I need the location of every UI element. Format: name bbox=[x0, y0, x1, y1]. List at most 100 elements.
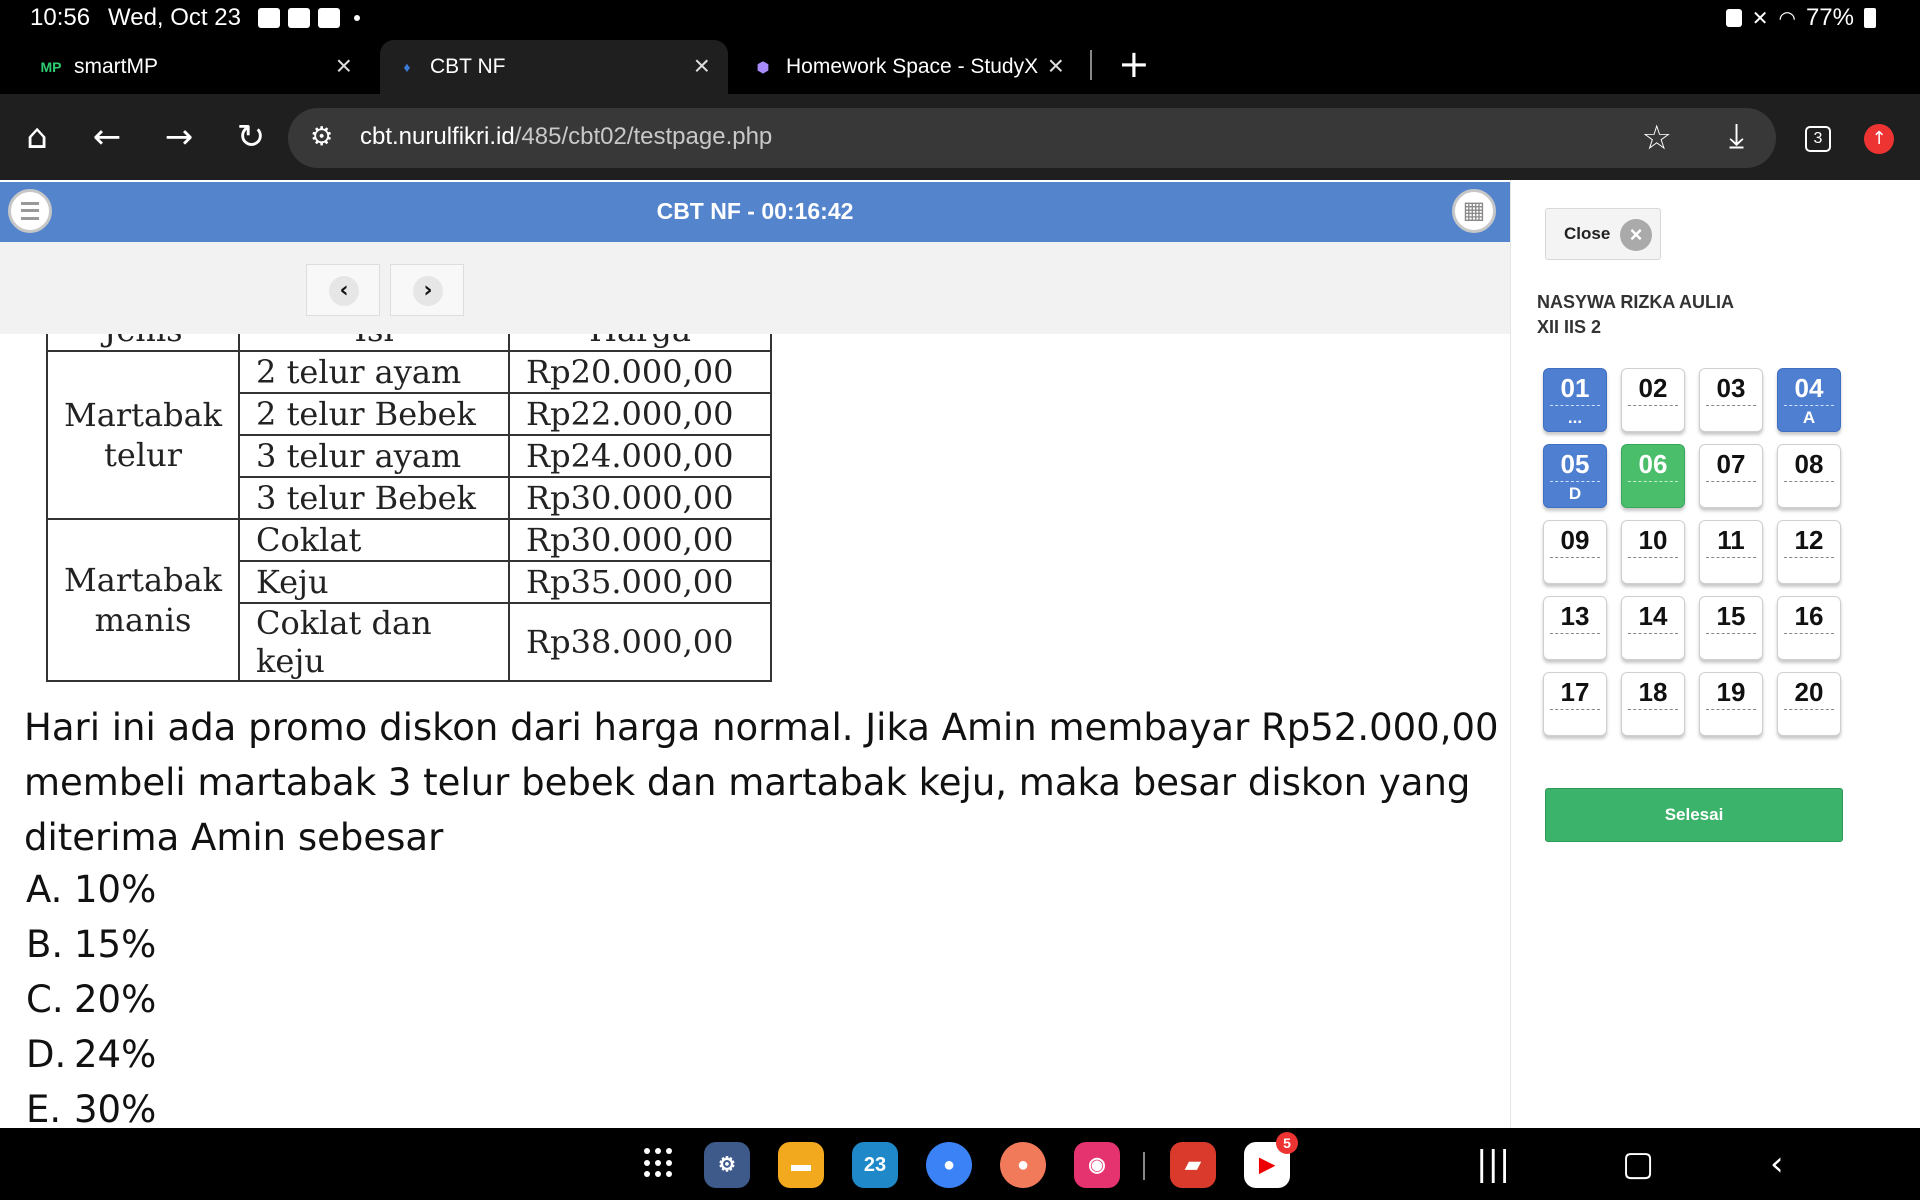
option-a[interactable]: A. 10% bbox=[26, 862, 156, 917]
back-arrow-icon[interactable]: ← bbox=[84, 114, 130, 160]
tab-studyx[interactable]: ⬢ Homework Space - StudyX × bbox=[752, 40, 1082, 94]
question-number-button[interactable]: 18 bbox=[1621, 672, 1685, 736]
question-number: 09 bbox=[1560, 525, 1590, 555]
table-header-cell: Isi bbox=[238, 334, 511, 352]
question-number-button[interactable]: 09 bbox=[1543, 520, 1607, 584]
files-app-icon[interactable]: ▬ bbox=[778, 1142, 824, 1188]
chevron-right-icon: › bbox=[413, 276, 443, 306]
question-number: 12 bbox=[1794, 525, 1824, 555]
question-number-button[interactable]: 06 bbox=[1621, 444, 1685, 508]
question-answer bbox=[1706, 481, 1756, 482]
exam-main-pane: CBT NF - 00:16:42 ▦ ‹ › Jenis Isi Harga bbox=[0, 180, 1510, 1128]
table-cell: 2 telur Bebek bbox=[238, 392, 511, 436]
table-row: Martabak telur 2 telur ayam Rp20.000,00 bbox=[45, 350, 773, 520]
question-number: 08 bbox=[1794, 449, 1824, 479]
question-number: 01 bbox=[1560, 373, 1590, 403]
address-bar[interactable]: ⚙ cbt.nurulfikri.id/485/cbt02/testpage.p… bbox=[288, 108, 1776, 168]
question-number-button[interactable]: 12 bbox=[1777, 520, 1841, 584]
home-nav-icon[interactable]: ▢ bbox=[1622, 1144, 1654, 1184]
tab-close-icon[interactable]: × bbox=[1048, 52, 1064, 80]
home-icon[interactable]: ⌂ bbox=[14, 114, 60, 160]
tab-smartmp[interactable]: MP smartMP × bbox=[40, 40, 370, 94]
app-drawer-icon[interactable] bbox=[644, 1148, 674, 1178]
question-text: Hari ini ada promo diskon dari harga nor… bbox=[24, 706, 1499, 859]
question-number-button[interactable]: 15 bbox=[1699, 596, 1763, 660]
question-answer bbox=[1706, 633, 1756, 634]
question-number-button[interactable]: 17 bbox=[1543, 672, 1607, 736]
close-circle-icon: × bbox=[1620, 219, 1652, 251]
tab-title: smartMP bbox=[74, 55, 158, 78]
tab-close-icon[interactable]: × bbox=[336, 52, 352, 80]
question-number-button[interactable]: 01... bbox=[1543, 368, 1607, 432]
taskbar-separator bbox=[1143, 1152, 1145, 1180]
recent-apps-icon[interactable]: ||| bbox=[1476, 1144, 1510, 1184]
option-c[interactable]: C. 20% bbox=[26, 972, 156, 1027]
question-number-button[interactable]: 11 bbox=[1699, 520, 1763, 584]
question-number-button[interactable]: 07 bbox=[1699, 444, 1763, 508]
question-number-button[interactable]: 16 bbox=[1777, 596, 1841, 660]
next-question-button[interactable]: › bbox=[390, 264, 464, 316]
messages-app-icon[interactable]: ● bbox=[926, 1142, 972, 1188]
question-number-button[interactable]: 03 bbox=[1699, 368, 1763, 432]
question-content: Jenis Isi Harga Martabak telur 2 telur a… bbox=[0, 334, 1510, 1128]
previous-question-button[interactable]: ‹ bbox=[306, 264, 380, 316]
question-number: 07 bbox=[1716, 449, 1746, 479]
table-cell: Coklat dan keju bbox=[238, 602, 511, 682]
finish-button[interactable]: Selesai bbox=[1545, 788, 1843, 842]
calendar-day: 23 bbox=[863, 1154, 887, 1176]
reload-icon[interactable]: ↻ bbox=[228, 114, 274, 160]
question-number-button[interactable]: 10 bbox=[1621, 520, 1685, 584]
question-number-button[interactable]: 08 bbox=[1777, 444, 1841, 508]
tab-switcher-button[interactable]: 3 bbox=[1805, 126, 1831, 152]
contacts-app-icon[interactable]: ● bbox=[1000, 1142, 1046, 1188]
question-number-grid: 01... 02 03 04 A 05 D 06 07 08 09 10 11 12 13 14 15 16 17 1… bbox=[1543, 368, 1863, 736]
new-tab-plus-icon[interactable]: + bbox=[1118, 42, 1150, 86]
option-text: 20% bbox=[74, 978, 157, 1021]
table-cell: Rp24.000,00 bbox=[508, 434, 773, 478]
profile-update-icon[interactable]: ↑ bbox=[1864, 124, 1894, 154]
chevron-left-icon: ‹ bbox=[329, 276, 359, 306]
url-text[interactable]: cbt.nurulfikri.id/485/cbt02/testpage.php bbox=[360, 123, 772, 151]
question-answer bbox=[1784, 709, 1834, 710]
question-number-button[interactable]: 13 bbox=[1543, 596, 1607, 660]
question-grid-icon[interactable]: ▦ bbox=[1452, 189, 1496, 233]
close-label: Close bbox=[1564, 224, 1611, 243]
forward-arrow-icon[interactable]: → bbox=[156, 114, 202, 160]
notification-badge: 5 bbox=[1276, 1132, 1298, 1154]
wifi-icon: ◠ bbox=[1778, 7, 1796, 30]
question-number: 17 bbox=[1560, 677, 1590, 707]
question-number-button[interactable]: 04 A bbox=[1777, 368, 1841, 432]
question-number: 05 bbox=[1560, 449, 1590, 479]
download-icon[interactable]: ⤓ bbox=[1729, 116, 1744, 156]
exam-title-timer: CBT NF - 00:16:42 bbox=[656, 198, 854, 224]
option-e[interactable]: E. 30% bbox=[26, 1082, 156, 1128]
question-number-button[interactable]: 05 D bbox=[1543, 444, 1607, 508]
site-settings-icon[interactable]: ⚙ bbox=[310, 122, 344, 152]
question-answer bbox=[1628, 709, 1678, 710]
question-number: 15 bbox=[1716, 601, 1746, 631]
bookmark-star-icon[interactable]: ☆ bbox=[1642, 118, 1672, 158]
question-number-button[interactable]: 20 bbox=[1777, 672, 1841, 736]
question-number-button[interactable]: 02 bbox=[1621, 368, 1685, 432]
tab-cbt-nf[interactable]: ♦ CBT NF × bbox=[380, 40, 728, 94]
table-category-cell: Martabak manis bbox=[45, 518, 241, 682]
youtube-app-icon[interactable]: ▶ 5 bbox=[1244, 1132, 1298, 1188]
camera-app-icon[interactable]: ◉ bbox=[1074, 1142, 1120, 1188]
close-panel-button[interactable]: Close × bbox=[1545, 208, 1661, 260]
tab-close-icon[interactable]: × bbox=[694, 52, 710, 80]
option-text: 30% bbox=[74, 1088, 157, 1128]
calendar-app-icon[interactable]: 23 bbox=[852, 1142, 898, 1188]
question-number: 06 bbox=[1638, 449, 1668, 479]
back-nav-icon[interactable]: ‹ bbox=[1770, 1144, 1784, 1184]
option-d[interactable]: D. 24% bbox=[26, 1027, 156, 1082]
question-panel: Close × NASYWA RIZKA AULIA XII IIS 2 01.… bbox=[1510, 180, 1920, 1128]
question-number-button[interactable]: 14 bbox=[1621, 596, 1685, 660]
question-number: 18 bbox=[1638, 677, 1668, 707]
question-answer bbox=[1628, 481, 1678, 482]
question-number-button[interactable]: 19 bbox=[1699, 672, 1763, 736]
question-number: 16 bbox=[1794, 601, 1824, 631]
settings-app-icon[interactable]: ⚙ bbox=[704, 1142, 750, 1188]
cbt-favicon-icon: ♦ bbox=[403, 59, 411, 75]
option-b[interactable]: B. 15% bbox=[26, 917, 156, 972]
notes-app-icon[interactable]: ▰ bbox=[1170, 1142, 1216, 1188]
